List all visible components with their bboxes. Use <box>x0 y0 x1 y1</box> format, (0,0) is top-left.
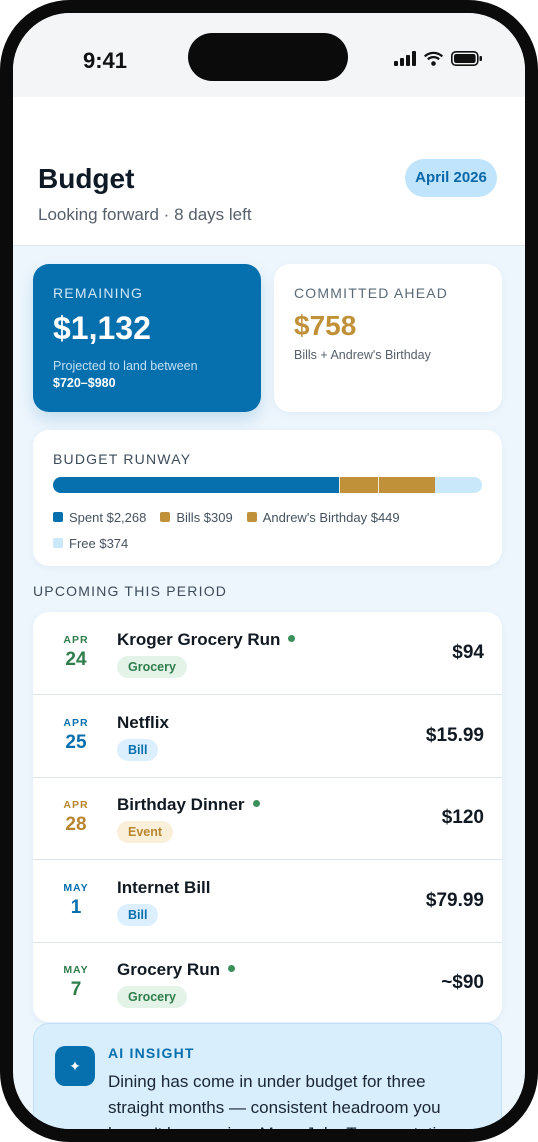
item-title: Grocery Run <box>117 960 220 979</box>
item-day: 24 <box>65 649 87 670</box>
phone-frame: 9:41 Budget Looking forward · 8 days lef… <box>0 0 538 1142</box>
legend-item: Andrew's Birthday $449 <box>246 504 400 530</box>
item-name: Netflix <box>117 713 169 733</box>
item-name: Kroger Grocery Run <box>117 630 296 650</box>
legend-item: Free $374 <box>53 530 128 556</box>
committed-card[interactable]: COMMITTED AHEAD $758 Bills + Andrew's Bi… <box>274 264 502 412</box>
remaining-card[interactable]: REMAINING $1,132 Projected to land betwe… <box>33 264 261 412</box>
committed-label: COMMITTED AHEAD <box>294 285 449 301</box>
legend-swatch <box>160 512 171 522</box>
status-dot <box>227 965 235 972</box>
legend-label: Andrew's Birthday $449 <box>262 509 400 525</box>
legend-swatch <box>53 512 63 522</box>
status-bar: 9:41 <box>13 13 525 97</box>
dynamic-island <box>188 33 348 81</box>
runway-segment <box>339 477 380 493</box>
item-month: MAY <box>63 881 89 894</box>
item-amount: $79.99 <box>425 889 484 911</box>
legend-label: Spent $2,268 <box>69 509 147 525</box>
category-tag: Bill <box>117 903 159 926</box>
battery-icon <box>451 51 482 66</box>
legend-item: Spent $2,268 <box>53 504 146 530</box>
legend-swatch <box>246 512 257 522</box>
item-day: 1 <box>70 896 82 918</box>
category-tag: Grocery <box>117 986 187 1008</box>
item-name: Internet Bill <box>117 878 211 898</box>
page-header: Budget Looking forward · 8 days left Apr… <box>13 97 525 246</box>
category-tag: Event <box>117 821 174 843</box>
item-month: APR <box>63 799 89 811</box>
runway-bar <box>53 477 482 493</box>
item-amount: ~$90 <box>441 972 484 993</box>
page-subtitle: Looking forward · 8 days left <box>38 205 252 224</box>
item-month: MAY <box>63 964 89 976</box>
signal-icon <box>394 51 416 66</box>
remaining-label: REMAINING <box>53 285 144 301</box>
upcoming-item[interactable]: MAY 7 Grocery Run Grocery ~$90 <box>33 942 502 1022</box>
item-amount: $94 <box>452 642 484 663</box>
status-time: 9:41 <box>83 48 128 73</box>
legend-label: Bills $309 <box>176 509 233 525</box>
projection-text: Projected to land between <box>53 359 198 373</box>
remaining-amount: $1,132 <box>53 310 151 346</box>
upcoming-item[interactable]: MAY 1 Internet Bill Bill $79.99 <box>33 860 502 943</box>
projection-range: $720–$980 <box>53 376 116 390</box>
budget-runway-card[interactable]: BUDGET RUNWAY Spent $2,268 Bills $309 Andr… <box>33 430 502 566</box>
sparkle-icon: ✦ <box>55 1046 95 1086</box>
item-title: Birthday Dinner <box>117 795 245 814</box>
runway-segment <box>434 477 482 493</box>
item-day: 7 <box>70 979 82 1000</box>
runway-segment <box>53 477 340 493</box>
committed-note: Bills + Andrew's Birthday <box>294 348 431 362</box>
legend-item: Bills $309 <box>160 504 233 530</box>
upcoming-item[interactable]: APR 28 Birthday Dinner Event $120 <box>33 777 502 860</box>
status-dot <box>288 635 296 642</box>
upcoming-item[interactable]: APR 25 Netflix Bill $15.99 <box>33 695 502 778</box>
upcoming-section-label: UPCOMING THIS PERIOD <box>33 583 228 599</box>
item-amount: $15.99 <box>425 724 484 746</box>
item-title: Netflix <box>117 712 169 732</box>
item-month: APR <box>63 716 89 729</box>
item-title: Internet Bill <box>117 877 211 897</box>
category-tag: Grocery <box>117 656 187 678</box>
period-selector[interactable]: April 2026 <box>405 159 497 197</box>
item-title: Kroger Grocery Run <box>117 630 281 649</box>
legend-label: Free $374 <box>69 535 129 551</box>
runway-legend: Spent $2,268 Bills $309 Andrew's Birthday … <box>53 504 483 556</box>
runway-segment <box>378 477 436 493</box>
insight-label: AI INSIGHT <box>108 1045 195 1061</box>
item-day: 28 <box>65 814 87 835</box>
ai-insight-card[interactable]: ✦ AI INSIGHT Dining has come in under bu… <box>33 1023 502 1142</box>
status-icons <box>394 51 483 66</box>
item-month: APR <box>63 634 89 646</box>
legend-swatch <box>53 538 63 548</box>
runway-label: BUDGET RUNWAY <box>53 451 192 467</box>
item-name: Grocery Run <box>117 960 235 980</box>
category-tag: Bill <box>117 738 159 761</box>
insight-text: Dining has come in under budget for thre… <box>108 1072 456 1142</box>
wifi-icon <box>424 51 443 66</box>
item-name: Birthday Dinner <box>117 795 260 815</box>
item-day: 25 <box>65 731 87 753</box>
status-dot <box>252 800 260 807</box>
committed-amount: $758 <box>294 310 357 341</box>
upcoming-item[interactable]: APR 24 Kroger Grocery Run Grocery $94 <box>33 612 502 695</box>
page-title: Budget <box>38 163 135 194</box>
upcoming-list: APR 24 Kroger Grocery Run Grocery $94 APR 25 Ne… <box>33 612 502 1022</box>
item-amount: $120 <box>441 807 484 828</box>
